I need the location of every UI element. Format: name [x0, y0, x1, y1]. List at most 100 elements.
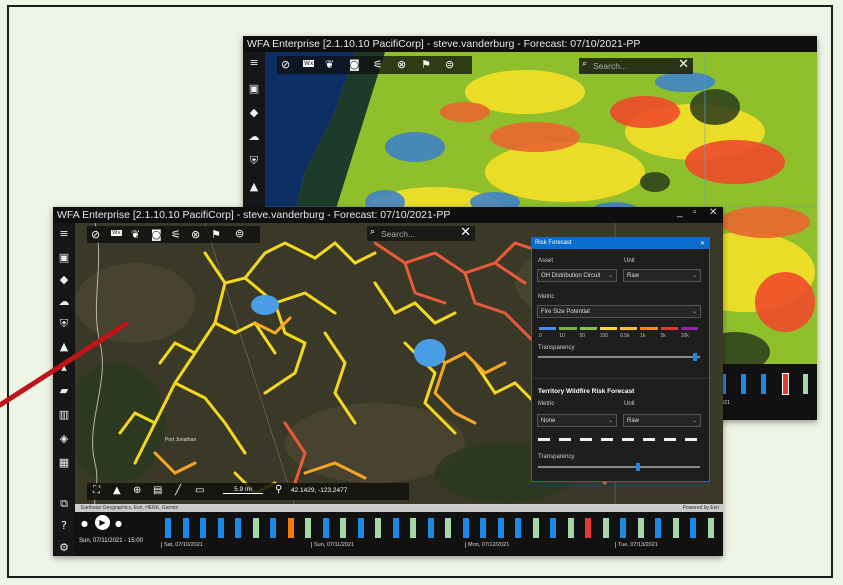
menu-icon[interactable]: ≡ [243, 56, 265, 69]
front-search[interactable]: ⌕ Search... ✕ [367, 225, 475, 241]
timeline-bar[interactable] [480, 518, 486, 538]
layers-icon[interactable]: ◈ [53, 432, 75, 445]
timeline-bar[interactable] [427, 518, 434, 538]
metric-select[interactable]: Fire Size Potential ⌄ [537, 305, 701, 318]
camera-icon[interactable]: ◙ [151, 228, 162, 241]
comment-icon[interactable]: ▭ [195, 485, 204, 496]
timeline-bar-selected[interactable] [782, 373, 789, 395]
wx-icon[interactable]: Wx [303, 60, 315, 67]
minimize-button[interactable]: _ [677, 207, 683, 218]
timeline-bar[interactable] [497, 518, 504, 538]
cloud-icon[interactable]: ☁ [243, 130, 265, 143]
menu-icon[interactable]: ≡ [53, 227, 75, 240]
prev-icon[interactable]: ● [81, 519, 88, 528]
route-icon[interactable]: ◆ [243, 106, 265, 119]
transparency-slider[interactable] [538, 356, 700, 358]
unit-select[interactable]: Raw ⌄ [623, 269, 701, 282]
timeline-bar[interactable] [803, 374, 808, 394]
panel-close-icon[interactable]: ✕ [700, 238, 705, 249]
timeline-bar[interactable] [165, 518, 171, 538]
timeline-bar[interactable] [375, 518, 381, 538]
timeline-bar[interactable] [672, 518, 679, 538]
timeline-bar[interactable] [287, 518, 294, 538]
transparency-slider-thumb[interactable] [692, 353, 697, 361]
territory-transparency-slider-thumb[interactable] [635, 463, 640, 471]
timeline-bar[interactable] [410, 518, 416, 538]
timeline-bar[interactable] [217, 518, 224, 538]
timeline-bar[interactable] [252, 518, 259, 538]
windows-icon[interactable]: ⧉ [53, 497, 75, 511]
route-icon[interactable]: ◆ [53, 273, 75, 286]
cable-icon[interactable]: ⊜ [235, 227, 244, 240]
timeline-bar[interactable] [340, 518, 346, 538]
play-button[interactable]: ▶ [95, 515, 110, 530]
asset-select[interactable]: OH Distribution Circuit ⌄ [537, 269, 617, 282]
timeline-bar[interactable] [357, 518, 364, 538]
timeline-bar[interactable] [707, 518, 714, 538]
territory-unit-select[interactable]: Raw ⌄ [623, 414, 701, 427]
people-icon[interactable]: ⚑ [421, 58, 431, 71]
close-button[interactable]: ✕ [709, 207, 717, 218]
back-search[interactable]: ⌕ Search... ✕ [579, 57, 693, 74]
camera-icon[interactable]: ◙ [349, 58, 360, 71]
back-timeline: 2021 [713, 364, 817, 420]
front-search-input[interactable]: Search... [381, 229, 415, 239]
timeline-bar[interactable] [761, 374, 766, 394]
settings-icon[interactable]: ⚙ [53, 541, 75, 554]
timeline-bar[interactable] [550, 518, 556, 538]
grid-icon[interactable]: ▦ [53, 456, 75, 469]
measure-icon[interactable]: ╱ [175, 485, 181, 496]
timeline-bar[interactable] [515, 518, 521, 538]
timeline-date-0: Sat, 07/10/2021 [161, 542, 203, 548]
territory-metric-label: Metric [538, 401, 555, 407]
timeline-bar[interactable] [322, 518, 329, 538]
help-icon[interactable]: ? [53, 519, 75, 532]
satellite-icon[interactable]: ⚟ [373, 58, 383, 71]
no-entry-icon[interactable]: ⊗ [397, 58, 406, 71]
timeline-bar[interactable] [392, 518, 399, 538]
timeline-bars [161, 516, 721, 540]
leaf-icon[interactable]: ❦ [325, 58, 334, 71]
back-search-input[interactable]: Search... [593, 61, 627, 71]
timeline-bar[interactable] [655, 518, 661, 538]
timeline-bar[interactable] [270, 518, 276, 538]
close-search-icon[interactable]: ✕ [460, 225, 471, 240]
leaf-icon[interactable]: ❦ [131, 228, 140, 241]
timeline-bar[interactable] [690, 518, 696, 538]
maximize-button[interactable]: ▫ [693, 207, 697, 218]
table-icon[interactable]: ▤ [153, 485, 162, 496]
timeline-bar[interactable] [235, 518, 241, 538]
timeline-bar[interactable] [620, 518, 626, 538]
warning-icon[interactable]: ▲ [243, 180, 265, 193]
cloud-icon[interactable]: ☁ [53, 295, 75, 308]
timeline-bar[interactable] [602, 518, 609, 538]
shield-icon[interactable]: ⛨ [243, 154, 265, 168]
timeline-bar[interactable] [741, 374, 746, 394]
fullscreen-icon[interactable]: ⛶ [93, 485, 100, 496]
next-icon[interactable]: ● [115, 519, 122, 528]
calendar-icon[interactable]: ▣ [53, 251, 75, 264]
no-entry-icon[interactable]: ⊗ [191, 228, 200, 241]
no-vehicle-icon[interactable]: ⊘ [91, 228, 100, 241]
close-search-icon[interactable]: ✕ [678, 57, 689, 72]
territory-metric-select[interactable]: None ⌄ [537, 414, 617, 427]
timeline-bar[interactable] [637, 518, 644, 538]
territory-transparency-slider[interactable] [538, 466, 700, 468]
timeline-bar[interactable] [445, 518, 451, 538]
timeline-bar[interactable] [182, 518, 189, 538]
north-arrow-icon[interactable]: ▲ [113, 485, 121, 496]
timeline-bar[interactable] [462, 518, 469, 538]
timeline-bar[interactable] [200, 518, 206, 538]
wx-icon[interactable]: Wx [111, 230, 122, 236]
no-vehicle-icon[interactable]: ⊘ [281, 58, 290, 71]
cable-icon[interactable]: ⊜ [445, 58, 454, 71]
timeline-bar[interactable] [567, 518, 574, 538]
timeline-bar[interactable] [532, 518, 539, 538]
pin-icon[interactable]: ⚲ [275, 484, 282, 495]
timeline-bar[interactable] [305, 518, 311, 538]
timeline-bar[interactable] [585, 518, 591, 538]
calendar-icon[interactable]: ▣ [243, 82, 265, 95]
locate-icon[interactable]: ⊕ [133, 485, 141, 496]
people-icon[interactable]: ⚑ [211, 228, 221, 241]
satellite-icon[interactable]: ⚟ [171, 228, 181, 241]
